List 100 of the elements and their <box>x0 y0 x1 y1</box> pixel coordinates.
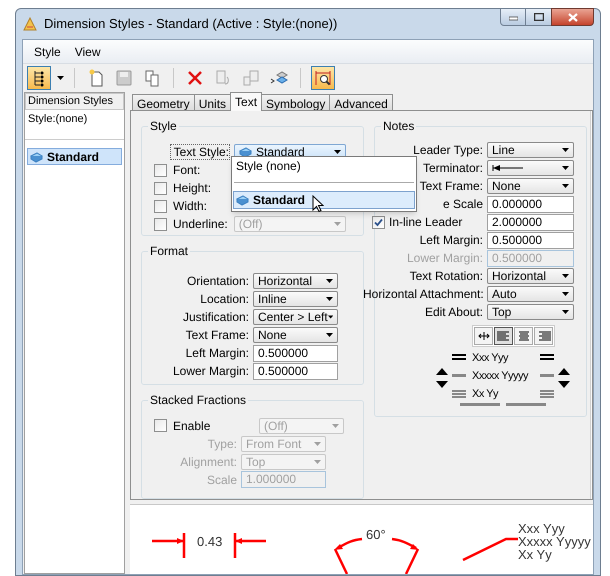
maximize-button[interactable] <box>526 8 551 26</box>
note-text: Xxxxx Yyyyy <box>518 535 591 548</box>
minimize-icon <box>508 14 518 20</box>
minimize-button[interactable] <box>500 8 526 26</box>
field-label: Left Margin: <box>418 232 483 249</box>
dropdown[interactable] <box>487 160 574 176</box>
field-label: e Scale <box>442 196 483 213</box>
copy-icon <box>143 69 161 87</box>
note-text: Xx Yy <box>518 548 553 561</box>
caret-icon <box>328 315 333 320</box>
checkbox[interactable] <box>154 200 167 212</box>
tab[interactable]: Geometry <box>132 94 195 110</box>
delete-icon <box>186 69 204 87</box>
sample-text: Xxxxx Yyyyy <box>472 368 530 384</box>
tab[interactable]: Advanced <box>329 94 393 110</box>
dropdown[interactable]: None <box>487 178 574 194</box>
caret-icon <box>562 292 569 296</box>
align-right-icon <box>536 330 550 342</box>
field-label: Alignment: <box>179 454 237 471</box>
dropdown[interactable]: Inline <box>253 291 338 308</box>
sidebar-filter: Style:(none) <box>25 110 124 140</box>
field-label: Underline: <box>173 216 228 233</box>
position-bar-icon <box>540 372 554 380</box>
group-title: Format <box>148 244 190 258</box>
field-label: Text Style: <box>170 144 230 160</box>
dropdown[interactable]: Line <box>487 142 574 158</box>
input-field[interactable]: 0.500000 <box>253 362 338 380</box>
terminator-arrow-icon <box>492 164 524 172</box>
position-bar-icon <box>540 354 554 362</box>
tree-icon <box>32 69 46 87</box>
caret-icon <box>562 274 569 278</box>
note-leader-drawing <box>462 537 518 562</box>
dropdown[interactable]: None <box>253 327 338 344</box>
tab[interactable]: Symbology <box>261 94 330 110</box>
documents-icon <box>242 69 260 87</box>
input-field[interactable]: 2.000000 <box>487 214 574 230</box>
dimension-value: 60° <box>366 526 386 544</box>
field-label: Lower Margin: <box>172 363 249 380</box>
caret-icon <box>562 184 569 188</box>
caret-icon <box>334 150 341 154</box>
style-list-item[interactable]: Standard <box>27 148 122 165</box>
field-label: Orientation: <box>186 273 249 290</box>
input-field[interactable]: 0.500000 <box>487 232 574 248</box>
new-icon <box>87 69 105 87</box>
input-field[interactable]: 0.500000 <box>253 344 338 362</box>
field-label: Type: <box>206 436 237 453</box>
caret-icon <box>562 148 569 152</box>
tab[interactable]: Text <box>230 92 262 111</box>
field-label: Leader Type: <box>412 142 483 159</box>
field-label: Lower Margin: <box>406 250 483 267</box>
field-label: Font: <box>173 162 200 179</box>
checkbox[interactable] <box>372 216 385 228</box>
dropdown[interactable]: Horizontal <box>487 268 574 284</box>
field-label: Text Frame: <box>184 327 249 344</box>
save-icon <box>115 69 133 87</box>
maximize-icon <box>534 13 544 21</box>
group-title: Style <box>148 119 179 133</box>
dropdown[interactable]: Center > Left <box>253 309 338 326</box>
caret-icon <box>562 310 569 314</box>
input-field[interactable]: 0.000000 <box>487 196 574 212</box>
dropdown[interactable]: Horizontal <box>253 273 338 290</box>
check-icon <box>374 218 383 226</box>
dropdown[interactable]: Top <box>487 304 574 320</box>
caret-icon <box>562 166 569 170</box>
caret-icon <box>332 424 339 428</box>
menu-item[interactable]: View <box>74 42 102 60</box>
align-center-icon <box>516 330 530 342</box>
justification-button[interactable] <box>494 327 513 345</box>
position-bar-icon <box>452 354 466 362</box>
caret-icon <box>57 76 64 80</box>
app-icon <box>22 16 38 32</box>
justification-button[interactable] <box>474 327 493 345</box>
up-down-arrows-icon <box>436 366 448 388</box>
menu-item[interactable]: Style <box>33 42 62 60</box>
caret-icon <box>326 333 333 338</box>
field-label: Edit About: <box>424 304 483 321</box>
position-bar-icon <box>452 390 466 398</box>
caret-icon <box>326 297 333 302</box>
field-label: Horizontal Attachment: <box>363 286 483 303</box>
preview-button[interactable] <box>311 66 335 90</box>
caret-icon <box>314 442 321 446</box>
field-label: Text Rotation: <box>408 268 483 285</box>
align-left-icon <box>496 330 510 342</box>
caret-icon <box>314 460 321 464</box>
dropdown-option[interactable]: Standard <box>233 191 415 209</box>
caret-icon <box>334 222 341 226</box>
tab[interactable]: Units <box>194 94 232 110</box>
checkbox[interactable] <box>154 419 167 432</box>
close-button[interactable] <box>551 8 594 26</box>
field-label: Height: <box>173 180 212 197</box>
checkbox[interactable] <box>154 164 167 176</box>
checkbox[interactable] <box>154 182 167 194</box>
magnifier-icon <box>314 69 332 87</box>
justification-button[interactable] <box>534 327 553 345</box>
tree-view-button[interactable] <box>27 66 51 90</box>
field-label: Terminator: <box>422 160 483 177</box>
field-label: Scale <box>206 472 237 489</box>
justification-button[interactable] <box>514 327 533 345</box>
dropdown[interactable]: Auto <box>487 286 574 302</box>
group-title: Notes <box>381 119 416 133</box>
